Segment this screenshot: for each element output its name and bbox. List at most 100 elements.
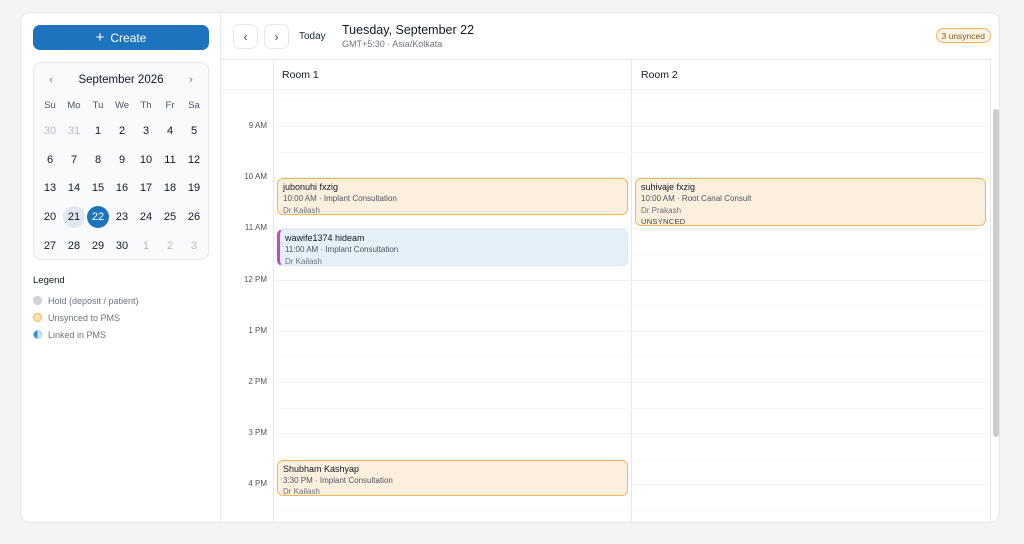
create-button[interactable]: + Create xyxy=(33,25,209,50)
legend-item-label: Hold (deposit / patient) xyxy=(48,295,139,306)
mini-calendar-day[interactable]: 24 xyxy=(134,203,158,232)
appointment-event[interactable]: Shubham Kashyap 3:30 PM · Implant Consult… xyxy=(277,459,628,497)
day-number: 16 xyxy=(115,182,129,195)
mini-calendar-day[interactable]: 21 xyxy=(62,203,86,232)
mini-calendar-day[interactable]: 3 xyxy=(134,117,158,146)
mini-calendar-day[interactable]: 5 xyxy=(182,117,206,146)
day-number: 15 xyxy=(91,182,105,195)
legend-title: Legend xyxy=(33,275,65,286)
mini-calendar-day[interactable]: 13 xyxy=(38,174,62,203)
day-number: 31 xyxy=(67,125,81,138)
mini-calendar-day[interactable]: 8 xyxy=(86,146,110,175)
legend-item-linked: Linked in PMS xyxy=(33,326,209,343)
time-label: 11 AM xyxy=(244,223,267,233)
event-service: Root Canal Consult xyxy=(681,194,752,204)
toolbar: ‹ › Today Tuesday, September 22 GMT+5:30… xyxy=(221,13,999,59)
day-number: 8 xyxy=(94,153,102,166)
mini-calendar-day[interactable]: 16 xyxy=(110,174,134,203)
event-doctor: Dr Kailash xyxy=(285,256,322,266)
weekday-label: Sa xyxy=(188,99,200,111)
mini-calendar-day[interactable]: 3 xyxy=(182,231,206,260)
event-service: Implant Consultation xyxy=(325,245,399,255)
mini-calendar-day[interactable]: 2 xyxy=(158,231,182,260)
half-hour-gridline xyxy=(273,151,991,153)
mini-calendar-day[interactable]: 17 xyxy=(134,174,158,203)
mini-calendar-day[interactable]: 10 xyxy=(134,146,158,175)
legend-item-label: Linked in PMS xyxy=(48,329,107,340)
unsynced-badge[interactable]: 3 unsynced xyxy=(935,28,991,43)
mini-calendar-day-selected[interactable]: 22 xyxy=(86,203,110,232)
mini-calendar-day[interactable]: 7 xyxy=(62,146,86,175)
day-number: 4 xyxy=(166,125,174,138)
page-title: Tuesday, September 22 xyxy=(342,23,475,37)
mini-calendar-day[interactable]: 6 xyxy=(38,146,62,175)
prev-day-button[interactable]: ‹ xyxy=(233,24,258,49)
mini-calendar-day[interactable]: 12 xyxy=(182,146,206,175)
half-hour-gridline xyxy=(273,305,991,307)
time-label: 3 PM xyxy=(248,428,267,438)
mini-calendar-day[interactable]: 14 xyxy=(62,174,86,203)
day-number: 5 xyxy=(190,125,198,138)
legend-item-label: Unsynced to PMS xyxy=(48,312,121,323)
mini-calendar-day[interactable]: 27 xyxy=(38,231,62,260)
scrollbar-thumb[interactable] xyxy=(993,109,999,437)
mini-calendar-day[interactable]: 30 xyxy=(38,117,62,146)
appointment-event[interactable]: suhivaje fxzig 10:00 AM · Root Canal Cons… xyxy=(635,178,986,227)
appointment-event[interactable]: wawife1374 hideam 11:00 AM · Implant Cons… xyxy=(277,229,628,266)
event-patient-name: Shubham Kashyap xyxy=(283,463,360,474)
room-header-row: Room 1 Room 2 xyxy=(221,60,991,90)
mini-calendar-day[interactable]: 30 xyxy=(110,231,134,260)
gutter-divider xyxy=(273,60,274,522)
next-day-button[interactable]: › xyxy=(264,24,289,49)
chevron-left-icon[interactable]: ‹ xyxy=(42,71,60,89)
half-hour-gridline xyxy=(273,407,991,409)
today-button[interactable]: Today xyxy=(299,27,326,45)
half-hour-gridline xyxy=(273,356,991,358)
hour-gridline xyxy=(273,126,991,127)
mini-calendar-day[interactable]: 11 xyxy=(158,146,182,175)
event-service: Implant Consultation xyxy=(323,194,397,204)
day-number: 6 xyxy=(46,153,54,166)
event-time-service: 11:00 AM · Implant Consultation xyxy=(285,244,622,256)
legend-item-unsynced: Unsynced to PMS xyxy=(33,309,209,326)
separator: · xyxy=(674,194,682,204)
half-hour-gridline xyxy=(273,510,991,511)
create-button-label: Create xyxy=(110,30,147,45)
mini-calendar-day[interactable]: 15 xyxy=(86,174,110,203)
day-number: 29 xyxy=(91,239,105,252)
mini-calendar-day[interactable]: 18 xyxy=(158,174,182,203)
mini-calendar-day[interactable]: 31 xyxy=(62,117,86,146)
mini-calendar-day[interactable]: 28 xyxy=(62,231,86,260)
day-number: 11 xyxy=(164,153,176,166)
day-number: 12 xyxy=(187,153,201,166)
hold-dot-icon xyxy=(33,296,42,305)
day-number: 19 xyxy=(187,182,201,195)
half-hour-gridline xyxy=(273,100,991,102)
mini-calendar-day[interactable]: 20 xyxy=(38,203,62,232)
mini-calendar-day[interactable]: 26 xyxy=(182,203,206,232)
appointment-event[interactable]: jubonuhi fxzig 10:00 AM · Implant Consult… xyxy=(277,178,628,215)
day-number: 9 xyxy=(118,153,126,166)
day-number: 1 xyxy=(94,125,102,138)
mini-calendar-day[interactable]: 9 xyxy=(110,146,134,175)
room-header: Room 2 xyxy=(641,69,678,81)
mini-calendar-day[interactable]: 1 xyxy=(86,117,110,146)
mini-calendar-day[interactable]: 25 xyxy=(158,203,182,232)
mini-calendar-day[interactable]: 4 xyxy=(158,117,182,146)
separator: · xyxy=(316,194,324,204)
mini-calendar-day[interactable]: 29 xyxy=(86,231,110,260)
unsynced-dot-icon xyxy=(33,313,42,322)
mini-calendar-header: ‹ September 2026 › xyxy=(34,71,208,89)
legend-item-hold: Hold (deposit / patient) xyxy=(33,292,209,309)
chevron-right-icon[interactable]: › xyxy=(182,71,200,89)
vertical-scrollbar[interactable] xyxy=(991,59,999,522)
mini-calendar-day[interactable]: 19 xyxy=(182,174,206,203)
mini-calendar-day[interactable]: 23 xyxy=(110,203,134,232)
mini-calendar-day[interactable]: 2 xyxy=(110,117,134,146)
event-status-tag: UNSYNCED xyxy=(641,217,686,227)
mini-calendar-day[interactable]: 1 xyxy=(134,231,158,260)
event-time: 10:00 AM xyxy=(283,194,317,204)
separator: · xyxy=(312,475,320,485)
day-number: 10 xyxy=(139,153,153,166)
event-time: 10:00 AM xyxy=(641,194,675,204)
